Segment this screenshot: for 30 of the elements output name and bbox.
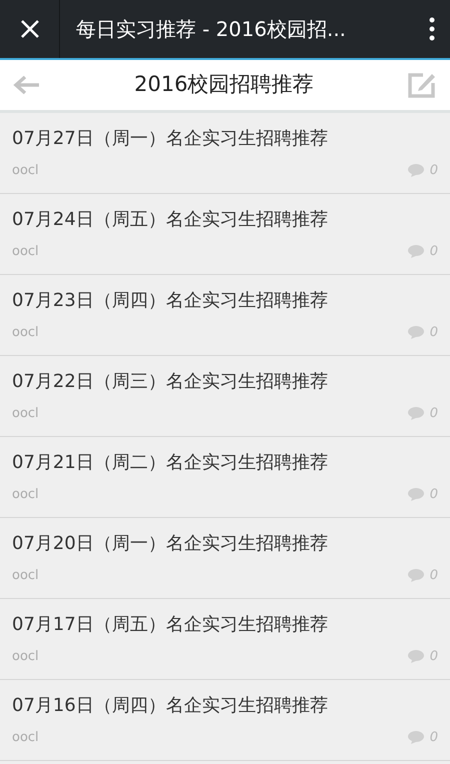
post-title: 07月24日（周五）名企实习生招聘推荐 xyxy=(12,208,329,232)
post-title: 07月27日（周一）名企实习生招聘推荐 xyxy=(12,127,329,151)
comment-icon xyxy=(408,731,424,744)
post-title: 07月17日（周五）名企实习生招聘推荐 xyxy=(12,613,329,637)
comment-icon xyxy=(408,326,424,340)
post-title: 07月21日（周二）名企实习生招聘推荐 xyxy=(12,451,329,475)
comment-icon xyxy=(408,569,424,582)
comment-icon xyxy=(408,245,424,258)
back-icon xyxy=(13,74,41,96)
comment-icon xyxy=(408,650,424,664)
post-author: oocl xyxy=(12,162,39,180)
post-title: 07月22日（周三）名企实习生招聘推荐 xyxy=(12,370,329,394)
comment-icon xyxy=(408,488,424,502)
post-title: 07月16日（周四）名企实习生招聘推荐 xyxy=(12,694,329,718)
post-author: oocl xyxy=(12,729,39,747)
post-author: oocl xyxy=(12,243,39,261)
page-title: 2016校园招聘推荐 xyxy=(134,71,314,98)
post-author: oocl xyxy=(12,324,39,342)
more-icon xyxy=(429,17,435,41)
post-author: oocl xyxy=(12,405,39,423)
comment-icon xyxy=(408,407,424,420)
close-icon xyxy=(18,18,40,40)
post-title: 07月23日（周四）名企实习生招聘推荐 xyxy=(12,289,329,313)
post-title: 07月20日（周一）名企实习生招聘推荐 xyxy=(12,532,329,556)
post-author: oocl xyxy=(12,567,39,585)
post-author: oocl xyxy=(12,648,39,666)
edit-icon xyxy=(406,71,437,99)
comment-icon xyxy=(408,164,424,178)
window-title: 每日实习推荐 - 2016校园招... xyxy=(76,16,347,43)
post-author: oocl xyxy=(12,486,39,504)
